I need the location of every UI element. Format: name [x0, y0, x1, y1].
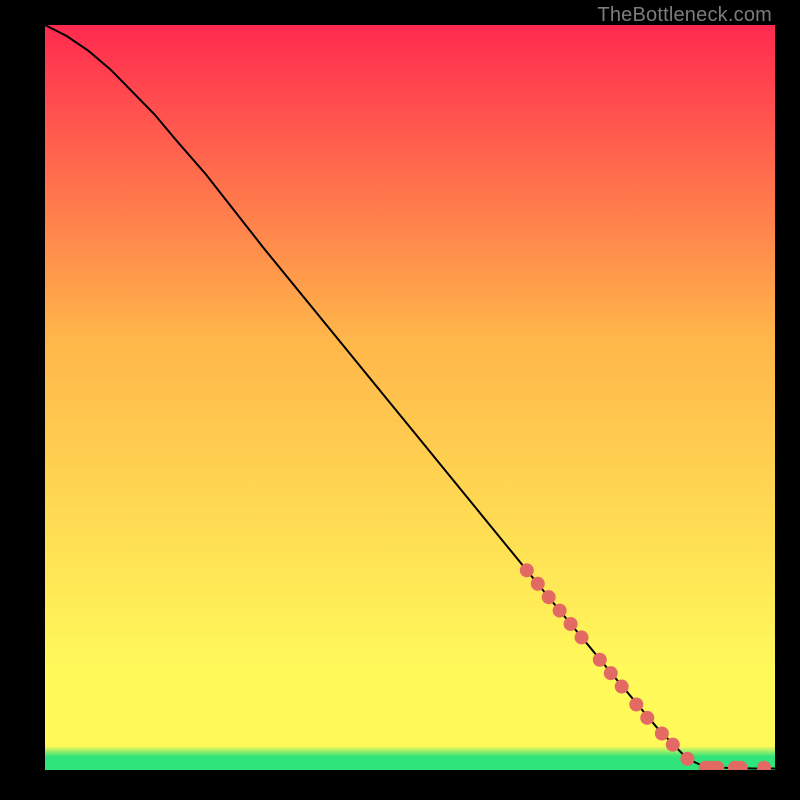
data-marker	[629, 697, 643, 711]
data-marker	[531, 577, 545, 591]
data-marker	[680, 752, 694, 766]
gradient-background	[45, 25, 775, 770]
data-marker	[655, 727, 669, 741]
data-marker	[615, 680, 629, 694]
data-marker	[553, 604, 567, 618]
watermark-text: TheBottleneck.com	[597, 4, 772, 27]
chart-svg	[45, 25, 775, 770]
data-marker	[604, 666, 618, 680]
data-marker	[640, 711, 654, 725]
data-marker	[542, 590, 556, 604]
data-marker	[593, 653, 607, 667]
data-marker	[575, 630, 589, 644]
data-marker	[666, 738, 680, 752]
plot-area	[45, 25, 775, 770]
data-marker	[520, 563, 534, 577]
data-marker	[564, 617, 578, 631]
chart-frame: TheBottleneck.com	[0, 0, 800, 800]
